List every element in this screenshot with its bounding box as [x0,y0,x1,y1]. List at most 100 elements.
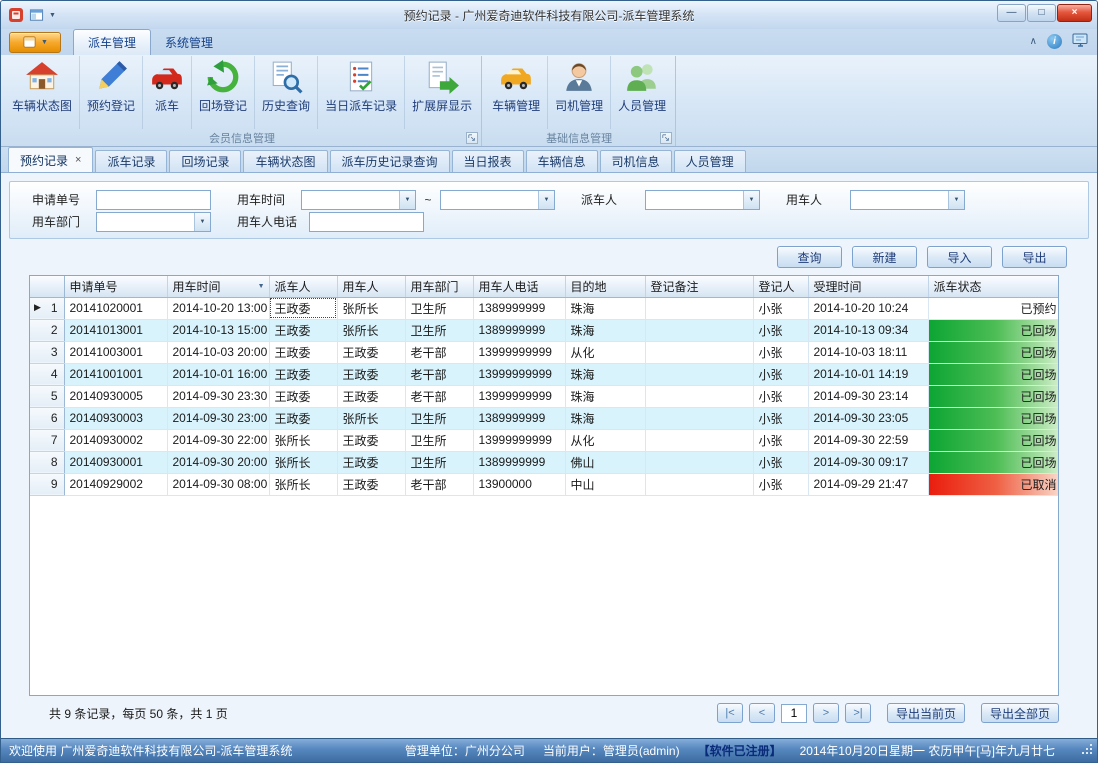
cell-order-no[interactable]: 20140929002 [64,473,167,495]
use-time-to-combo[interactable]: ▼ [440,190,555,210]
registered-link[interactable]: 【软件已注册】 [698,742,782,759]
close-button[interactable]: × [1057,4,1092,22]
row-header[interactable]: 4 [30,363,64,385]
cell-dept[interactable]: 老干部 [405,363,473,385]
dispatcher-combo[interactable]: ▼ [645,190,760,210]
cell-destination[interactable]: 从化 [565,429,645,451]
cell-accept-time[interactable]: 2014-09-29 21:47 [808,473,928,495]
cell-use-time[interactable]: 2014-10-03 20:00 [167,341,269,363]
col-destination[interactable]: 目的地 [565,276,645,297]
cell-dept[interactable]: 卫生所 [405,407,473,429]
col-order-no[interactable]: 申请单号 [64,276,167,297]
cell-dispatcher[interactable]: 王政委 [269,341,337,363]
close-tab-icon[interactable]: × [75,154,81,166]
cell-status[interactable]: 已回场 [928,385,1059,407]
cell-accept-time[interactable]: 2014-10-20 10:24 [808,297,928,319]
cell-use-time[interactable]: 2014-09-30 23:30 [167,385,269,407]
table-row[interactable]: 3 20141003001 2014-10-03 20:00 王政委 王政委 老… [30,341,1059,363]
cell-dept[interactable]: 老干部 [405,473,473,495]
chevron-down-icon[interactable]: ▼ [948,191,964,209]
cell-order-no[interactable]: 20140930002 [64,429,167,451]
ribbon-tab-system-management[interactable]: 系统管理 [151,30,227,55]
cell-destination[interactable]: 中山 [565,473,645,495]
cell-use-time[interactable]: 2014-09-30 23:00 [167,407,269,429]
cell-note[interactable] [645,429,753,451]
order-no-input[interactable] [96,190,211,210]
cell-use-time[interactable]: 2014-10-20 13:00 [167,297,269,319]
cell-dept[interactable]: 卫生所 [405,297,473,319]
cell-phone[interactable]: 13900000 [473,473,565,495]
cell-dispatcher[interactable]: 王政委 [269,363,337,385]
cell-destination[interactable]: 从化 [565,341,645,363]
cell-order-no[interactable]: 20141003001 [64,341,167,363]
cell-phone[interactable]: 1389999999 [473,319,565,341]
cell-status[interactable]: 已回场 [928,363,1059,385]
tab-vehicle-info[interactable]: 车辆信息 [526,150,598,172]
cell-note[interactable] [645,341,753,363]
row-header[interactable]: 9 [30,473,64,495]
col-status[interactable]: 派车状态 [928,276,1059,297]
cell-accept-time[interactable]: 2014-09-30 23:05 [808,407,928,429]
col-accept-time[interactable]: 受理时间 [808,276,928,297]
cell-registrar[interactable]: 小张 [753,407,808,429]
cell-accept-time[interactable]: 2014-10-01 14:19 [808,363,928,385]
cell-user[interactable]: 王政委 [337,341,405,363]
table-row[interactable]: 2 20141013001 2014-10-13 15:00 王政委 张所长 卫… [30,319,1059,341]
cell-dept[interactable]: 卫生所 [405,451,473,473]
cell-user[interactable]: 王政委 [337,385,405,407]
ribbon-tab-dispatch-management[interactable]: 派车管理 [73,29,151,55]
cell-dept[interactable]: 老干部 [405,341,473,363]
last-page-button[interactable]: >| [845,703,871,723]
cell-note[interactable] [645,319,753,341]
extended-screen-button[interactable]: 扩展屏显示 [405,56,479,129]
tab-driver-info[interactable]: 司机信息 [600,150,672,172]
application-menu-button[interactable]: ▼ [9,32,61,53]
table-row[interactable]: 6 20140930003 2014-09-30 23:00 王政委 张所长 卫… [30,407,1059,429]
cell-user[interactable]: 张所长 [337,297,405,319]
cell-status[interactable]: 已取消 [928,473,1059,495]
cell-note[interactable] [645,385,753,407]
cell-destination[interactable]: 珠海 [565,297,645,319]
cell-user[interactable]: 王政委 [337,363,405,385]
maximize-button[interactable]: □ [1027,4,1056,22]
cell-order-no[interactable]: 20141001001 [64,363,167,385]
table-row[interactable]: 8 20140930001 2014-09-30 20:00 张所长 王政委 卫… [30,451,1059,473]
layout-icon[interactable] [29,8,44,23]
col-user[interactable]: 用车人 [337,276,405,297]
col-use-time[interactable]: 用车时间▼ [167,276,269,297]
history-query-button[interactable]: 历史查询 [255,56,318,129]
cell-note[interactable] [645,297,753,319]
dept-combo[interactable]: ▼ [96,212,211,232]
cell-phone[interactable]: 1389999999 [473,407,565,429]
chevron-down-icon[interactable]: ▼ [399,191,415,209]
return-register-button[interactable]: 回场登记 [192,56,255,129]
export-all-pages-button[interactable]: 导出全部页 [981,703,1059,723]
cell-registrar[interactable]: 小张 [753,297,808,319]
cell-dispatcher[interactable]: 王政委 [269,385,337,407]
export-button[interactable]: 导出 [1002,246,1067,268]
cell-dispatcher[interactable]: 张所长 [269,429,337,451]
row-header[interactable]: 3 [30,341,64,363]
collapse-ribbon-icon[interactable]: ∧ [1030,36,1037,47]
cell-registrar[interactable]: 小张 [753,385,808,407]
cell-status[interactable]: 已回场 [928,341,1059,363]
cell-dept[interactable]: 卫生所 [405,319,473,341]
cell-registrar[interactable]: 小张 [753,451,808,473]
row-header[interactable]: 8 [30,451,64,473]
cell-note[interactable] [645,473,753,495]
personnel-management-button[interactable]: 人员管理 [611,56,673,129]
cell-use-time[interactable]: 2014-09-30 20:00 [167,451,269,473]
help-icon[interactable]: i [1047,34,1062,49]
cell-note[interactable] [645,363,753,385]
tab-personnel-management[interactable]: 人员管理 [674,150,746,172]
cell-order-no[interactable]: 20140930001 [64,451,167,473]
export-current-page-button[interactable]: 导出当前页 [887,703,965,723]
cell-dept[interactable]: 卫生所 [405,429,473,451]
chevron-down-icon[interactable]: ▼ [538,191,554,209]
cell-dept[interactable]: 老干部 [405,385,473,407]
page-number-input[interactable] [781,704,807,723]
today-dispatch-records-button[interactable]: 当日派车记录 [318,56,405,129]
tab-daily-report[interactable]: 当日报表 [452,150,524,172]
tab-reservation-records[interactable]: 预约记录 × [8,147,93,172]
row-header[interactable]: 6 [30,407,64,429]
